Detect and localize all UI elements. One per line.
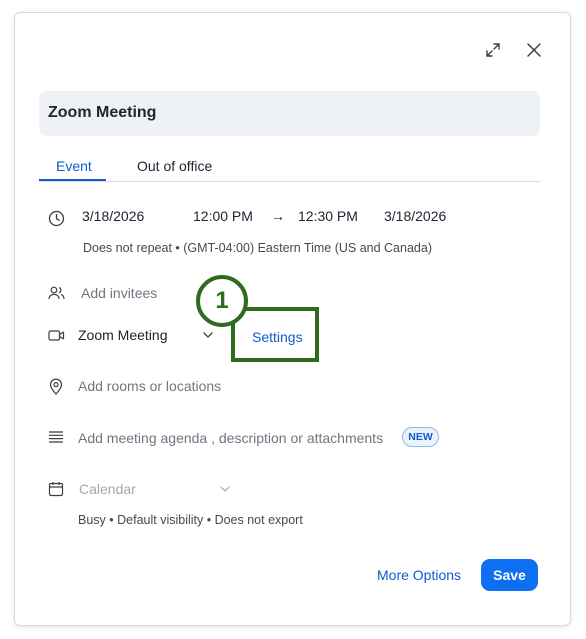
new-badge: NEW — [402, 427, 439, 447]
clock-icon — [47, 209, 65, 227]
time-range-arrow: → — [271, 208, 285, 224]
calendar-icon — [47, 480, 65, 498]
active-tab-indicator — [39, 179, 106, 181]
close-icon[interactable] — [521, 37, 547, 63]
expand-icon[interactable] — [480, 37, 506, 63]
schedule-meeting-dialog: Zoom Meeting Event Out of office 3/18/20… — [14, 12, 571, 626]
calendar-select[interactable]: Calendar — [79, 481, 136, 497]
annotation-step-badge: 1 — [196, 275, 248, 327]
save-button[interactable]: Save — [481, 559, 538, 591]
end-date-field[interactable]: 3/18/2026 — [384, 208, 446, 224]
tab-bar: Event Out of office — [39, 158, 541, 182]
calendar-chevron-down-icon[interactable] — [219, 483, 231, 495]
meeting-title-input[interactable]: Zoom Meeting — [39, 91, 540, 136]
recurrence-timezone-link[interactable]: Does not repeat • (GMT-04:00) Eastern Ti… — [83, 241, 432, 255]
chevron-down-icon[interactable] — [202, 329, 214, 341]
agenda-lines-icon — [47, 428, 65, 446]
annotation-highlight-box — [231, 307, 319, 362]
calendar-details: Busy • Default visibility • Does not exp… — [78, 513, 303, 527]
add-location-input[interactable]: Add rooms or locations — [78, 378, 221, 394]
more-options-button[interactable]: More Options — [377, 567, 461, 583]
people-icon — [47, 284, 65, 302]
start-date-field[interactable]: 3/18/2026 — [82, 208, 144, 224]
add-agenda-input[interactable]: Add meeting agenda , description or atta… — [78, 430, 383, 446]
start-time-field[interactable]: 12:00 PM — [193, 208, 253, 224]
add-invitees-input[interactable]: Add invitees — [81, 285, 157, 301]
location-pin-icon — [47, 377, 65, 395]
video-camera-icon — [47, 326, 65, 344]
conference-provider-select[interactable]: Zoom Meeting — [78, 327, 167, 343]
end-time-field[interactable]: 12:30 PM — [298, 208, 358, 224]
tab-out-of-office[interactable]: Out of office — [137, 158, 212, 182]
